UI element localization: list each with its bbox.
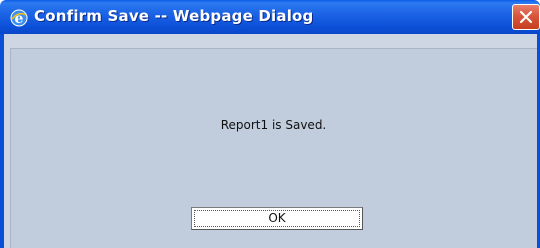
dialog-window: e Confirm Save -- Webpage Dialog Report1… <box>0 0 540 248</box>
ok-button[interactable]: OK <box>191 207 363 230</box>
close-button[interactable] <box>512 4 540 30</box>
title-bar[interactable]: e Confirm Save -- Webpage Dialog <box>0 0 540 34</box>
internet-explorer-icon: e <box>10 9 28 27</box>
window-title: Confirm Save -- Webpage Dialog <box>34 7 314 25</box>
close-icon <box>519 10 533 24</box>
save-confirmation-message: Report1 is Saved. <box>220 118 327 132</box>
